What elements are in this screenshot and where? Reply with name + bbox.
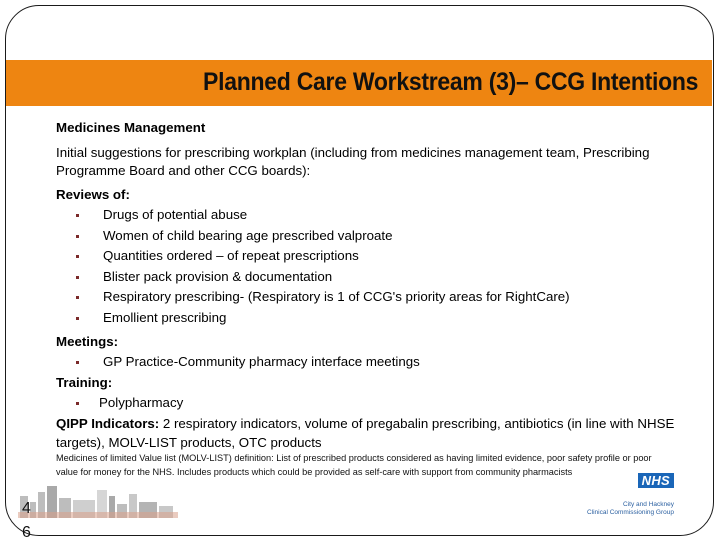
bullet-icon	[76, 234, 79, 238]
page-number: 4 6	[22, 500, 31, 541]
bullet-icon	[76, 214, 79, 217]
intro-text: Initial suggestions for prescribing work…	[56, 145, 650, 178]
org-name-line1: City and Hackney	[623, 501, 674, 508]
org-name-line2: Clinical Commissioning Group	[586, 509, 674, 516]
list-item: Respiratory prescribing- (Respiratory is…	[56, 287, 696, 308]
nhs-badge: NHS	[637, 473, 674, 488]
bullet-icon	[76, 316, 79, 320]
city-skyline-image	[18, 486, 178, 518]
list-item: Emollient prescribing	[56, 308, 696, 329]
list-item: Women of child bearing age prescribed va…	[56, 226, 696, 247]
meetings-list: GP Practice-Community pharmacy interface…	[56, 352, 696, 373]
training-heading: Training:	[56, 374, 113, 390]
bullet-icon	[76, 401, 79, 405]
nhs-logo: NHS City and Hackney Clinical Commission…	[578, 470, 678, 520]
bullet-icon	[76, 275, 79, 279]
list-item: Polypharmacy	[56, 393, 696, 414]
bullet-icon	[76, 255, 79, 258]
list-item: Blister pack provision & documentation	[56, 267, 696, 288]
bullet-icon	[76, 361, 79, 364]
reviews-heading: Reviews of:	[56, 187, 130, 202]
list-item: Quantities ordered – of repeat prescript…	[56, 246, 696, 267]
reviews-list: Drugs of potential abuse Women of child …	[56, 205, 696, 328]
meetings-heading: Meetings:	[56, 334, 119, 349]
slide-title: Planned Care Workstream (3)– CCG Intenti…	[202, 68, 698, 96]
list-item: Drugs of potential abuse	[56, 205, 696, 226]
section-heading: Medicines Management	[56, 120, 206, 135]
bullet-icon	[76, 296, 79, 299]
slide-content: Medicines Management Initial suggestions…	[56, 118, 696, 452]
qipp-indicators: QIPP Indicators: 2 respiratory indicator…	[56, 414, 696, 452]
list-item: GP Practice-Community pharmacy interface…	[56, 352, 696, 373]
training-list: Polypharmacy	[56, 393, 696, 414]
title-banner: Planned Care Workstream (3)– CCG Intenti…	[6, 60, 712, 106]
qipp-label: QIPP Indicators:	[56, 416, 160, 431]
